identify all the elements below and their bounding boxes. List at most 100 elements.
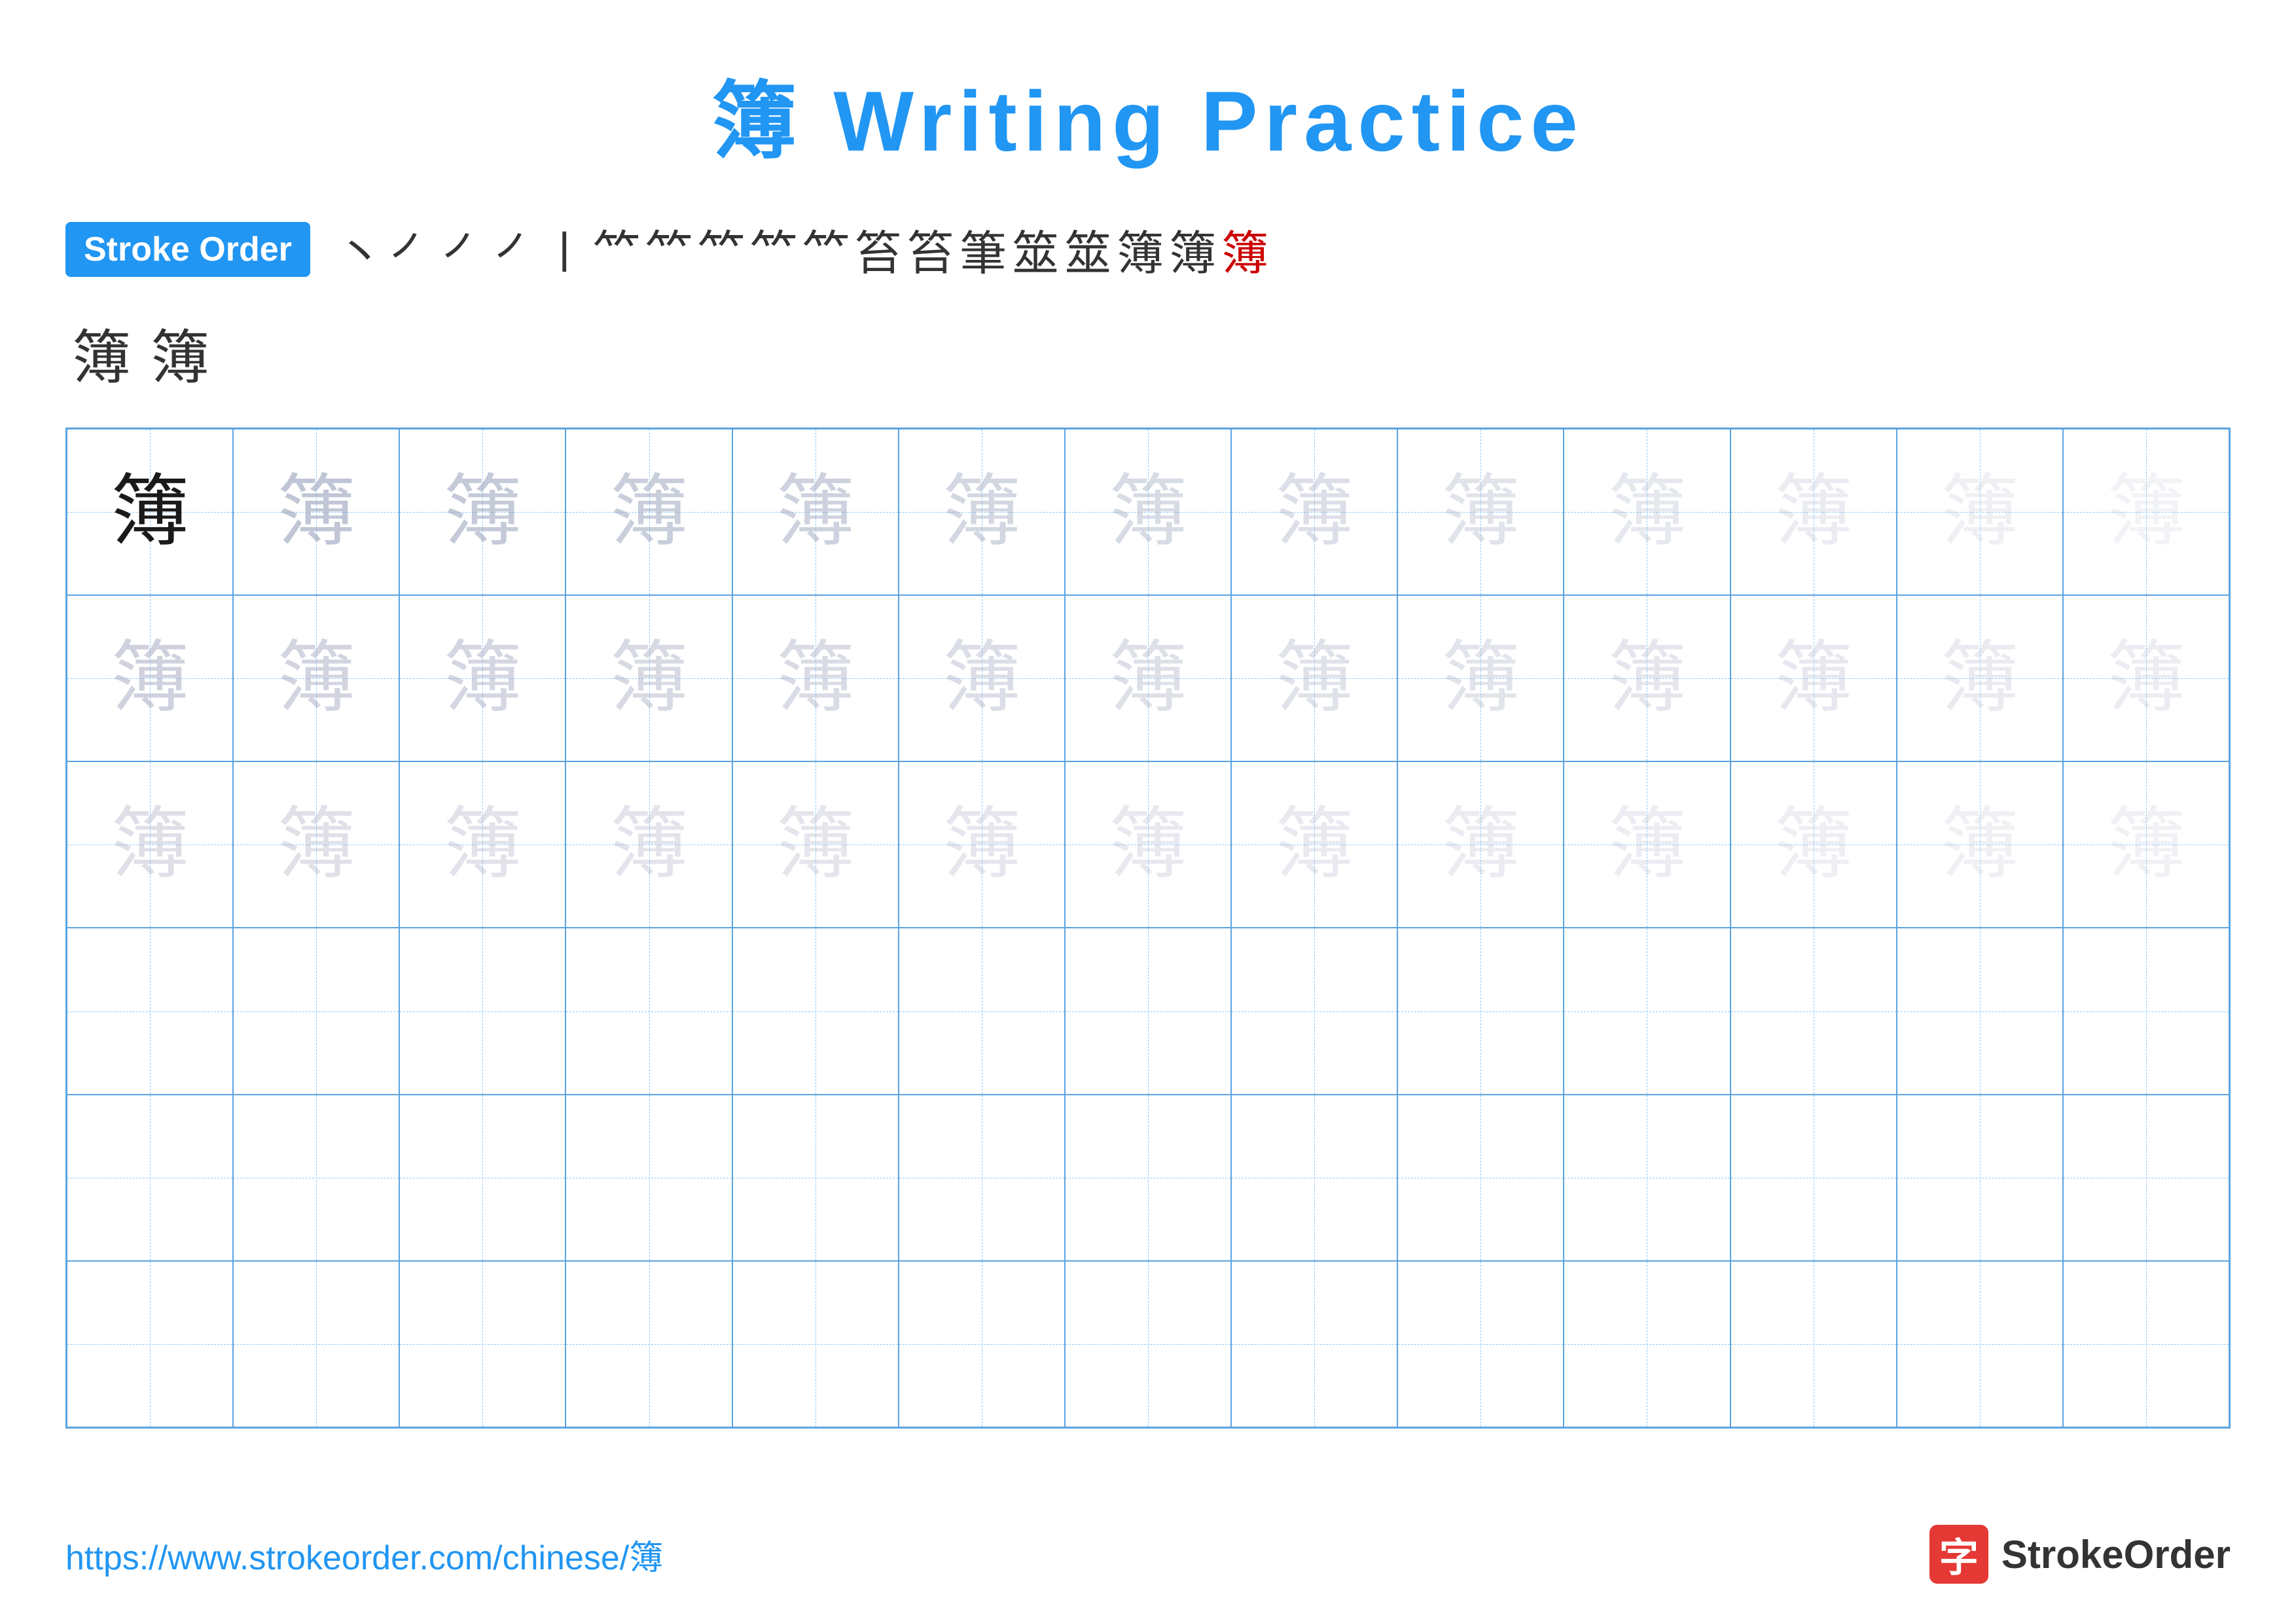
grid-cell[interactable]: 簿 bbox=[1065, 761, 1231, 928]
grid-cell[interactable] bbox=[1397, 1261, 1564, 1427]
title-char: 簿 bbox=[711, 73, 803, 169]
grid-cell[interactable] bbox=[1731, 1261, 1897, 1427]
practice-grid: 簿簿簿簿簿簿簿簿簿簿簿簿簿簿簿簿簿簿簿簿簿簿簿簿簿簿簿簿簿簿簿簿簿簿簿簿簿簿簿 bbox=[65, 428, 2231, 1429]
grid-cell[interactable]: 簿 bbox=[399, 595, 565, 761]
logo-icon: 字 bbox=[1929, 1525, 1988, 1584]
grid-cell[interactable]: 簿 bbox=[565, 761, 732, 928]
practice-char: 簿 bbox=[1109, 473, 1187, 551]
grid-row-1: 簿簿簿簿簿簿簿簿簿簿簿簿簿 bbox=[67, 595, 2229, 761]
grid-cell[interactable]: 簿 bbox=[1231, 429, 1397, 595]
grid-cell[interactable]: 簿 bbox=[1231, 595, 1397, 761]
grid-cell[interactable]: 簿 bbox=[1731, 761, 1897, 928]
grid-cell[interactable]: 簿 bbox=[1897, 595, 2063, 761]
grid-cell[interactable]: 簿 bbox=[1731, 429, 1897, 595]
practice-char: 簿 bbox=[1607, 805, 1686, 884]
stroke-12: 筆 bbox=[960, 215, 1007, 283]
grid-cell[interactable]: 簿 bbox=[1564, 429, 1730, 595]
grid-cell[interactable]: 簿 bbox=[1397, 761, 1564, 928]
grid-cell[interactable] bbox=[1564, 1261, 1730, 1427]
grid-cell[interactable] bbox=[1897, 1261, 2063, 1427]
practice-char: 簿 bbox=[1774, 639, 1853, 718]
grid-cell[interactable]: 簿 bbox=[233, 761, 399, 928]
grid-cell[interactable]: 簿 bbox=[565, 429, 732, 595]
grid-cell[interactable]: 簿 bbox=[67, 595, 233, 761]
practice-char: 簿 bbox=[1275, 805, 1354, 884]
practice-char: 簿 bbox=[277, 639, 355, 718]
grid-cell[interactable] bbox=[732, 928, 899, 1094]
page-title: 簿 Writing Practice bbox=[711, 52, 1584, 175]
grid-cell[interactable] bbox=[899, 928, 1065, 1094]
grid-cell[interactable] bbox=[1397, 928, 1564, 1094]
stroke-14: 筮 bbox=[1064, 215, 1111, 283]
grid-cell[interactable] bbox=[67, 928, 233, 1094]
grid-cell[interactable]: 簿 bbox=[2063, 761, 2229, 928]
grid-cell[interactable]: 簿 bbox=[67, 761, 233, 928]
grid-cell[interactable] bbox=[1065, 1261, 1231, 1427]
grid-cell[interactable]: 簿 bbox=[2063, 429, 2229, 595]
grid-cell[interactable]: 簿 bbox=[1397, 429, 1564, 595]
grid-cell[interactable]: 簿 bbox=[732, 595, 899, 761]
practice-char: 簿 bbox=[1441, 805, 1520, 884]
grid-cell[interactable]: 簿 bbox=[565, 595, 732, 761]
grid-cell[interactable]: 簿 bbox=[67, 429, 233, 595]
grid-cell[interactable]: 簿 bbox=[732, 429, 899, 595]
grid-cell[interactable]: 簿 bbox=[899, 429, 1065, 595]
grid-cell[interactable]: 簿 bbox=[899, 761, 1065, 928]
grid-cell[interactable] bbox=[399, 1261, 565, 1427]
grid-cell[interactable] bbox=[2063, 928, 2229, 1094]
grid-cell[interactable] bbox=[1231, 1261, 1397, 1427]
grid-cell[interactable] bbox=[233, 1095, 399, 1261]
stroke-row2: 簿 簿 bbox=[72, 310, 2237, 395]
grid-cell[interactable] bbox=[732, 1261, 899, 1427]
grid-cell[interactable]: 簿 bbox=[1731, 595, 1897, 761]
practice-char: 簿 bbox=[1607, 639, 1686, 718]
grid-cell[interactable] bbox=[1564, 1095, 1730, 1261]
grid-cell[interactable]: 簿 bbox=[899, 595, 1065, 761]
grid-cell[interactable] bbox=[1897, 1095, 2063, 1261]
grid-cell[interactable] bbox=[67, 1095, 233, 1261]
grid-cell[interactable]: 簿 bbox=[1564, 761, 1730, 928]
practice-char: 簿 bbox=[942, 639, 1021, 718]
grid-cell[interactable] bbox=[1564, 928, 1730, 1094]
grid-cell[interactable] bbox=[1065, 928, 1231, 1094]
practice-char: 簿 bbox=[776, 639, 855, 718]
grid-cell[interactable] bbox=[899, 1095, 1065, 1261]
grid-cell[interactable]: 簿 bbox=[732, 761, 899, 928]
grid-cell[interactable]: 簿 bbox=[1231, 761, 1397, 928]
grid-cell[interactable] bbox=[1231, 928, 1397, 1094]
grid-cell[interactable] bbox=[565, 1261, 732, 1427]
grid-cell[interactable] bbox=[2063, 1095, 2229, 1261]
grid-row-0: 簿簿簿簿簿簿簿簿簿簿簿簿簿 bbox=[67, 429, 2229, 595]
grid-cell[interactable]: 簿 bbox=[1897, 761, 2063, 928]
grid-cell[interactable] bbox=[565, 1095, 732, 1261]
grid-cell[interactable]: 簿 bbox=[2063, 595, 2229, 761]
grid-cell[interactable] bbox=[1065, 1095, 1231, 1261]
grid-cell[interactable]: 簿 bbox=[1065, 429, 1231, 595]
grid-cell[interactable] bbox=[1231, 1095, 1397, 1261]
grid-cell[interactable] bbox=[899, 1261, 1065, 1427]
grid-cell[interactable] bbox=[67, 1261, 233, 1427]
grid-cell[interactable] bbox=[233, 1261, 399, 1427]
practice-char: 簿 bbox=[1941, 805, 2019, 884]
grid-cell[interactable]: 簿 bbox=[1564, 595, 1730, 761]
grid-cell[interactable] bbox=[1897, 928, 2063, 1094]
grid-row-3 bbox=[67, 928, 2229, 1094]
grid-cell[interactable] bbox=[1731, 928, 1897, 1094]
grid-cell[interactable]: 簿 bbox=[1065, 595, 1231, 761]
grid-cell[interactable] bbox=[2063, 1261, 2229, 1427]
grid-cell[interactable] bbox=[732, 1095, 899, 1261]
grid-cell[interactable] bbox=[1731, 1095, 1897, 1261]
grid-cell[interactable]: 簿 bbox=[1397, 595, 1564, 761]
grid-cell[interactable] bbox=[399, 928, 565, 1094]
grid-cell[interactable] bbox=[1397, 1095, 1564, 1261]
grid-cell[interactable] bbox=[565, 928, 732, 1094]
grid-cell[interactable]: 簿 bbox=[1897, 429, 2063, 595]
grid-cell[interactable]: 簿 bbox=[399, 761, 565, 928]
grid-cell[interactable]: 簿 bbox=[233, 595, 399, 761]
grid-cell[interactable]: 簿 bbox=[233, 429, 399, 595]
practice-char: 簿 bbox=[1941, 473, 2019, 551]
grid-cell[interactable] bbox=[399, 1095, 565, 1261]
grid-cell[interactable] bbox=[233, 928, 399, 1094]
grid-cell[interactable]: 簿 bbox=[399, 429, 565, 595]
grid-row-5 bbox=[67, 1261, 2229, 1427]
